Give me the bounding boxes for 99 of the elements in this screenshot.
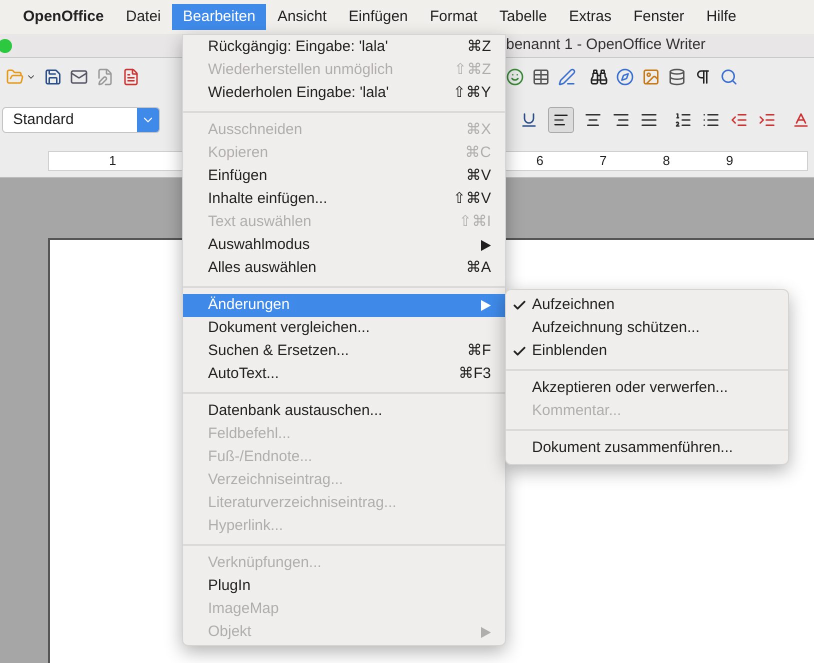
shortcut-label: ⌘C (465, 143, 491, 164)
menu-item-label: Literaturverzeichniseintrag... (208, 493, 396, 514)
menu-title[interactable]: Tabelle (488, 4, 558, 30)
menu-item-label: Verknüpfungen... (208, 553, 322, 574)
menu-title[interactable]: Extras (558, 4, 622, 30)
submenu-item[interactable]: Einblenden (506, 340, 788, 363)
shortcut-label: ⇧⌘I (458, 212, 491, 232)
menu-item-label: Suchen & Ersetzen... (208, 341, 349, 362)
search-icon[interactable] (720, 68, 738, 86)
menu-item-label: Änderungen (208, 295, 290, 316)
ruler-number: 9 (726, 152, 734, 170)
underline-icon[interactable] (520, 111, 538, 129)
submenu-item-label: Einblenden (532, 341, 608, 362)
picture-icon[interactable] (642, 68, 660, 86)
shortcut-label: ⇧⌘V (452, 189, 491, 210)
menu-title[interactable]: Fenster (622, 4, 696, 30)
menu-item[interactable]: Dokument vergleichen... (183, 317, 505, 340)
submenu-arrow-icon (481, 627, 491, 638)
submenu-item[interactable]: Dokument zusammenführen... (506, 437, 788, 460)
submenu-arrow-icon (481, 240, 491, 251)
window-title: benannt 1 - OpenOffice Writer (506, 35, 706, 56)
menu-item-label: Wiederholen Eingabe: 'lala' (208, 83, 389, 104)
menu-item-label: ImageMap (208, 599, 279, 620)
menu-item-label: Dokument vergleichen... (208, 318, 370, 338)
app-menu[interactable]: OpenOffice (12, 4, 115, 30)
ruler-number: 7 (599, 152, 607, 170)
font-color-icon[interactable] (792, 111, 810, 129)
menu-item-label: Fuß-/Endnote... (208, 447, 312, 468)
submenu-item[interactable]: Aufzeichnung schützen... (506, 317, 788, 340)
ruler-number: 1 (109, 152, 116, 170)
shortcut-label: ⇧⌘Z (454, 60, 491, 80)
shortcut-label: ⌘F (466, 341, 491, 362)
menu-item[interactable]: Wiederholen Eingabe: 'lala' ⇧⌘Y (183, 82, 505, 105)
shortcut-label: ⌘V (466, 166, 491, 186)
submenu-item[interactable]: Aufzeichnen (506, 294, 788, 317)
shortcut-label: ⌘Z (466, 37, 491, 58)
menu-title[interactable]: Hilfe (695, 4, 748, 30)
menu-item[interactable]: Rückgängig: Eingabe: 'lala' ⌘Z (183, 36, 505, 59)
indent-decrease-icon[interactable] (730, 111, 748, 129)
database-icon[interactable] (668, 68, 686, 86)
shortcut-label: ⌘X (466, 120, 491, 140)
menu-item[interactable]: Alles auswählen ⌘A (183, 257, 505, 280)
align-left-button[interactable] (548, 107, 574, 133)
pen-icon[interactable] (558, 68, 576, 86)
menu-item-label: Hyperlink... (208, 516, 284, 536)
shortcut-label: ⌘F3 (458, 364, 491, 384)
table-icon[interactable] (532, 68, 550, 86)
menu-item-label: Ausschneiden (208, 120, 302, 140)
menu-item-label: Kopieren (208, 143, 268, 164)
submenu-item-label: Kommentar... (532, 401, 622, 422)
menu-item-label: Auswahlmodus (208, 235, 310, 256)
align-justify-icon[interactable] (640, 111, 658, 129)
compass-icon[interactable] (616, 68, 634, 86)
menu-item-label: Einfügen (208, 166, 268, 186)
align-center-icon[interactable] (584, 111, 602, 129)
align-left-icon (553, 112, 569, 128)
align-right-icon[interactable] (612, 111, 630, 129)
menu-item[interactable]: Datenbank austauschen... (183, 400, 505, 423)
submenu-item-label: Aufzeichnung schützen... (532, 318, 700, 338)
menu-item-label: PlugIn (208, 576, 251, 596)
submenu-item-label: Aufzeichnen (532, 295, 615, 316)
menu-title[interactable]: Format (418, 4, 488, 30)
menu-item-label: Feldbefehl... (208, 424, 291, 444)
mail-icon[interactable] (70, 68, 88, 86)
pilcrow-icon[interactable] (694, 68, 712, 86)
menu-item-label: Inhalte einfügen... (208, 189, 328, 210)
menu-item[interactable]: AutoText... ⌘F3 (183, 363, 505, 386)
menu-item-label: Wiederherstellen unmöglich (208, 60, 394, 80)
menu-item[interactable]: PlugIn (183, 575, 505, 598)
submenu-item[interactable]: Akzeptieren oder verwerfen... (506, 377, 788, 400)
menu-item-label: Text auswählen (208, 212, 312, 232)
paragraph-style-value: Standard (13, 110, 74, 130)
menu-item[interactable]: Inhalte einfügen... ⇧⌘V (183, 188, 505, 211)
numbered-list-icon[interactable] (674, 111, 692, 129)
menu-item-label: Verzeichniseintrag... (208, 470, 344, 490)
menu-item[interactable]: Suchen & Ersetzen... ⌘F (183, 340, 505, 363)
submenu-arrow-icon (481, 300, 491, 311)
bullet-list-icon[interactable] (702, 111, 720, 129)
paragraph-style-dropdown[interactable]: Standard (2, 107, 160, 133)
shortcut-label: ⇧⌘Y (452, 83, 491, 104)
submenu-item-label: Dokument zusammenführen... (532, 438, 733, 458)
ruler-number: 6 (536, 152, 544, 170)
menu-item-label: Alles auswählen (208, 258, 316, 278)
ruler-number: 8 (662, 152, 670, 170)
binoculars-icon[interactable] (590, 68, 608, 86)
indent-increase-icon[interactable] (758, 111, 776, 129)
menu-item[interactable]: Auswahlmodus (183, 234, 505, 257)
shortcut-label: ⌘A (466, 258, 491, 278)
submenu-item-label: Akzeptieren oder verwerfen... (532, 378, 728, 398)
menu-item-label: Datenbank austauschen... (208, 401, 382, 422)
menu-item-label: AutoText... (208, 364, 279, 384)
pdf-icon[interactable] (122, 68, 140, 86)
menu-item-label: Rückgängig: Eingabe: 'lala' (208, 37, 388, 58)
menu-item-label: Objekt (208, 622, 252, 642)
menu-title[interactable]: Ansicht (266, 4, 338, 30)
menu-item[interactable]: Einfügen ⌘V (183, 165, 505, 188)
menu-title[interactable]: Einfügen (338, 4, 419, 30)
menu-title[interactable]: Datei (114, 4, 172, 30)
save-icon[interactable] (44, 68, 62, 86)
